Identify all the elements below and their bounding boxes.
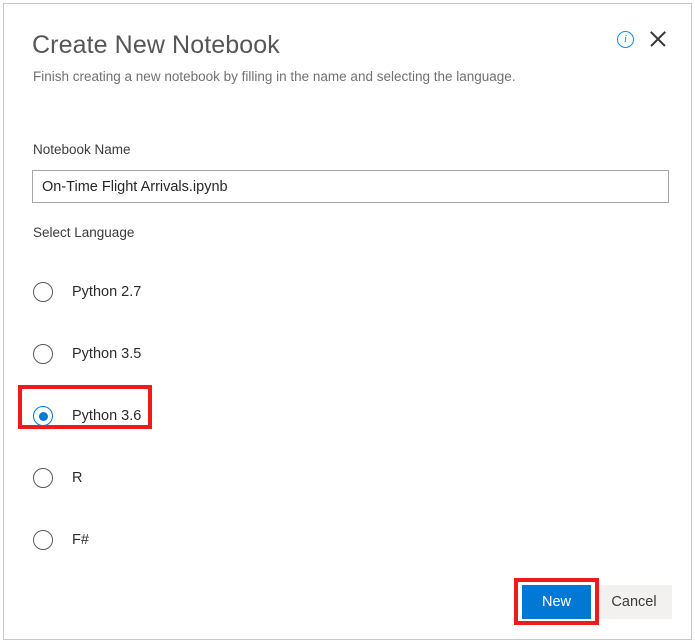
radio-option-python-3-6[interactable]: Python 3.6 [4, 385, 691, 447]
language-radio-group: Python 2.7 Python 3.5 Python 3.6 R F# [4, 261, 691, 571]
radio-label: F# [72, 532, 89, 548]
page-subtitle: Finish creating a new notebook by fillin… [33, 69, 516, 84]
radio-circle-icon [33, 530, 53, 550]
new-button[interactable]: New [522, 585, 591, 619]
notebook-name-label: Notebook Name [33, 142, 131, 157]
radio-option-python-2-7[interactable]: Python 2.7 [4, 261, 691, 323]
radio-label: R [72, 470, 82, 486]
cancel-button[interactable]: Cancel [596, 585, 672, 619]
notebook-name-input[interactable] [32, 170, 669, 203]
info-icon[interactable]: i [617, 31, 634, 48]
radio-circle-icon [33, 344, 53, 364]
page-title: Create New Notebook [32, 31, 280, 60]
dialog-header-icons: i [617, 28, 669, 50]
radio-option-python-3-5[interactable]: Python 3.5 [4, 323, 691, 385]
select-language-label: Select Language [33, 225, 134, 240]
radio-circle-icon [33, 468, 53, 488]
radio-label: Python 3.6 [72, 408, 141, 424]
dialog-footer: New Cancel [4, 578, 691, 628]
radio-option-f-sharp[interactable]: F# [4, 509, 691, 571]
radio-circle-selected-icon [33, 406, 53, 426]
radio-label: Python 2.7 [72, 284, 141, 300]
close-icon[interactable] [647, 28, 669, 50]
radio-option-r[interactable]: R [4, 447, 691, 509]
radio-label: Python 3.5 [72, 346, 141, 362]
radio-circle-icon [33, 282, 53, 302]
create-new-notebook-dialog: i Create New Notebook Finish creating a … [3, 3, 692, 640]
